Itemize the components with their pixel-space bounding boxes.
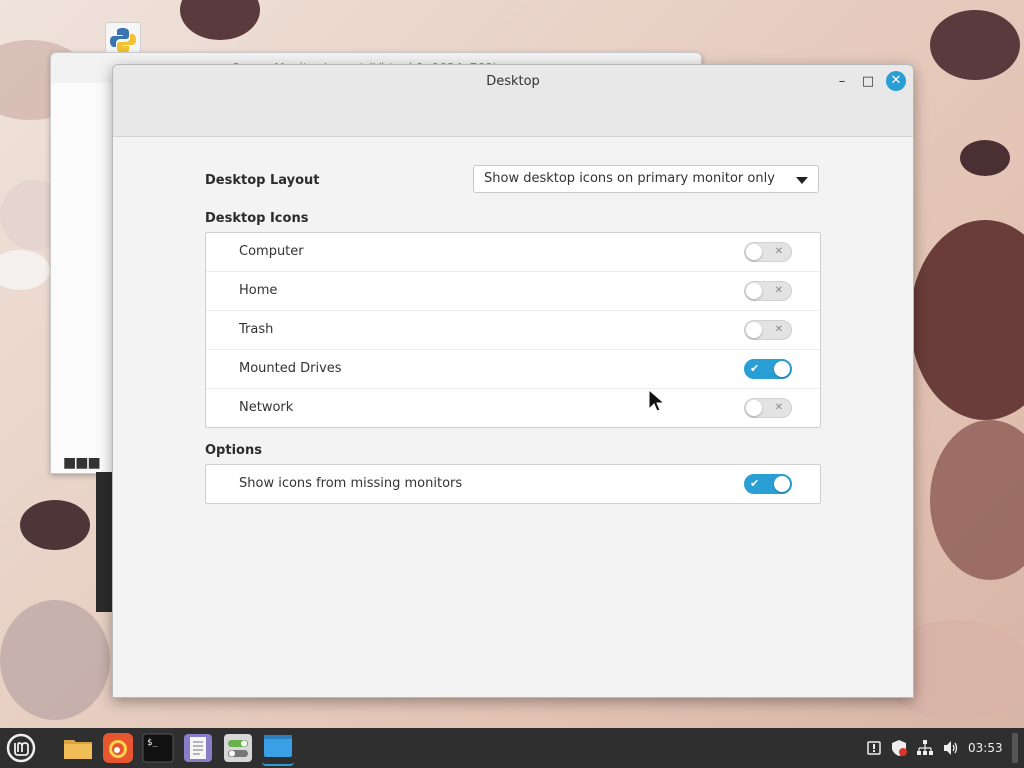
computer-toggle[interactable]: ✕: [744, 242, 792, 262]
item-label: Home: [239, 283, 278, 298]
background-window-sidebar: [51, 83, 114, 473]
desktop-layout-row: Desktop Layout Show desktop icons on pri…: [205, 165, 821, 195]
settings-icon[interactable]: [222, 732, 254, 764]
home-toggle[interactable]: ✕: [744, 281, 792, 301]
toggle-mark-icon: ✕: [774, 246, 783, 257]
item-label: Network: [239, 400, 294, 415]
more-icon[interactable]: ■■■: [63, 455, 101, 471]
list-item-computer: Computer ✕: [206, 233, 820, 272]
toggle-mark-icon: ✕: [774, 285, 783, 296]
text-editor-icon[interactable]: [182, 732, 214, 764]
taskbar: $_ 03:53: [0, 728, 1024, 768]
list-item-home: Home ✕: [206, 272, 820, 311]
desktop-layout-value: Show desktop icons on primary monitor on…: [484, 171, 775, 186]
options-title: Options: [205, 443, 262, 458]
update-shield-icon[interactable]: [890, 728, 908, 768]
firefox-icon[interactable]: [102, 732, 134, 764]
item-label: Mounted Drives: [239, 361, 342, 376]
toggle-knob: [746, 400, 762, 416]
close-button[interactable]: ✕: [886, 71, 906, 91]
toggle-knob: [774, 361, 790, 377]
desktop-settings-window: Desktop – □ ✕ Desktop Layout Show deskto…: [112, 64, 914, 698]
missing-monitors-toggle[interactable]: ✔: [744, 474, 792, 494]
item-label: Show icons from missing monitors: [239, 476, 463, 491]
toggle-knob: [746, 244, 762, 260]
mint-menu-icon[interactable]: [5, 732, 37, 764]
desktop-settings-icon[interactable]: [262, 732, 294, 766]
titlebar[interactable]: Desktop – □ ✕: [113, 65, 913, 137]
files-icon[interactable]: [62, 732, 94, 764]
mouse-cursor-icon: [648, 388, 666, 417]
dropdown-arrow-icon: [796, 177, 808, 184]
options-list: Show icons from missing monitors ✔: [205, 464, 821, 504]
settings-content: Desktop Layout Show desktop icons on pri…: [205, 165, 821, 504]
mounted-drives-toggle[interactable]: ✔: [744, 359, 792, 379]
trash-toggle[interactable]: ✕: [744, 320, 792, 340]
list-item-missing-monitors: Show icons from missing monitors ✔: [206, 465, 820, 503]
network-toggle[interactable]: ✕: [744, 398, 792, 418]
toggle-mark-icon: ✕: [774, 324, 783, 335]
terminal-icon[interactable]: $_: [142, 732, 174, 764]
show-desktop-button[interactable]: [1012, 733, 1018, 763]
desktop-layout-dropdown[interactable]: Show desktop icons on primary monitor on…: [473, 165, 819, 193]
minimize-button[interactable]: –: [833, 73, 851, 91]
maximize-button[interactable]: □: [859, 73, 877, 91]
toggle-mark-icon: ✕: [774, 402, 783, 413]
svg-text:$_: $_: [147, 738, 158, 748]
background-window-edge: [96, 472, 112, 612]
desktop-icons-title: Desktop Icons: [205, 211, 309, 226]
desktop-layout-label: Desktop Layout: [205, 173, 320, 188]
network-icon[interactable]: [916, 728, 934, 768]
list-item-trash: Trash ✕: [206, 311, 820, 350]
toggle-knob: [746, 283, 762, 299]
toggle-mark-icon: ✔: [750, 477, 760, 490]
list-item-mounted-drives: Mounted Drives ✔: [206, 350, 820, 389]
toggle-knob: [774, 476, 790, 492]
window-title: Desktop: [486, 74, 540, 89]
clock[interactable]: 03:53: [968, 728, 1003, 768]
notifications-icon[interactable]: [866, 728, 882, 768]
toggle-mark-icon: ✔: [750, 362, 760, 375]
item-label: Computer: [239, 244, 304, 259]
volume-icon[interactable]: [942, 728, 960, 768]
list-item-network: Network ✕: [206, 389, 820, 427]
item-label: Trash: [239, 322, 274, 337]
desktop-icons-list: Computer ✕ Home ✕ Trash ✕ Mounted Drives: [205, 232, 821, 428]
toggle-knob: [746, 322, 762, 338]
